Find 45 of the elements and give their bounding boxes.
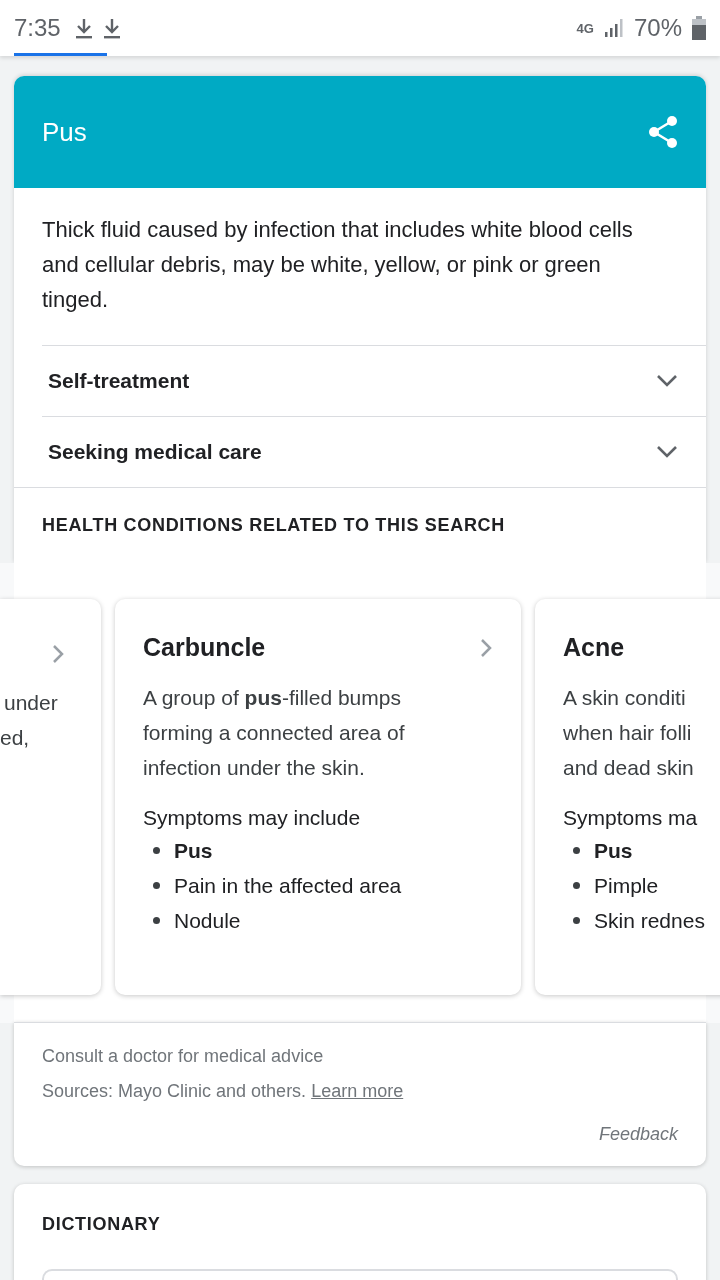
condition-title: Acne xyxy=(563,633,625,662)
section-heading: DICTIONARY xyxy=(42,1214,161,1234)
section-heading: HEALTH CONDITIONS RELATED TO THIS SEARCH xyxy=(42,515,505,536)
condition-title: Carbuncle xyxy=(143,633,266,662)
symptom-text: Pus xyxy=(594,838,633,864)
bullet-icon xyxy=(153,917,160,924)
feedback-link[interactable]: Feedback xyxy=(42,1117,678,1152)
symptom-text: Nodule xyxy=(174,908,241,934)
symptoms-label: Symptoms ma xyxy=(563,805,699,831)
condition-description: and dead skin xyxy=(563,755,695,781)
clock: 7:35 xyxy=(14,14,61,42)
symptom-text: Pimple xyxy=(594,873,659,899)
condition-description: when hair folli xyxy=(563,720,693,746)
network-type: 4G xyxy=(576,20,594,36)
battery-percent: 70% xyxy=(633,14,682,42)
symptom-text: Skin rednes xyxy=(594,908,705,934)
condition-description: A skin conditi xyxy=(563,685,687,711)
symptom-text: Pus xyxy=(174,838,213,864)
learn-more-link[interactable]: Learn more xyxy=(311,1081,404,1101)
sources-text: Sources: Mayo Clinic and others. xyxy=(42,1081,307,1101)
condition-description: A group of pus-filled bumps forming a connected area of infection under the skin. xyxy=(143,685,406,781)
bullet-icon xyxy=(153,847,160,854)
definition-text: Thick fluid caused by infection that includes white blood cells and cellular debris, may be white, yellow, or pink or green tinged. xyxy=(41,216,634,314)
disclaimer-text: Consult a doctor for medical advice xyxy=(42,1045,325,1068)
accordion-row[interactable]: Seeking medical care xyxy=(42,416,706,487)
condition-card[interactable]: Acne A skin conditi when hair folli and dead skin Symptoms ma Pus Pimple Skin rednes xyxy=(535,599,720,995)
bullet-icon xyxy=(573,882,580,889)
condition-card[interactable]: Carbuncle A group of pus-filled bumps forming a connected area of infection under the skin. Symptoms may include Pus Pain in the affected area Nodule xyxy=(115,599,521,995)
symptom-text: Pain in the affected area xyxy=(174,873,402,899)
download-icon xyxy=(102,17,121,39)
symptoms-label: Symptoms may include xyxy=(143,805,362,831)
bullet-icon xyxy=(573,917,580,924)
share-icon[interactable] xyxy=(648,116,678,148)
download-icon xyxy=(74,17,93,39)
chevron-right-icon[interactable] xyxy=(479,636,493,659)
bullet-icon xyxy=(153,882,160,889)
card-title: Pus xyxy=(42,116,87,148)
bullet-icon xyxy=(573,847,580,854)
chevron-right-icon[interactable] xyxy=(51,643,65,665)
condition-description: ed, xyxy=(0,725,31,751)
battery-icon xyxy=(692,16,706,40)
accordion-row[interactable]: Self-treatment xyxy=(42,345,706,416)
condition-description: under xyxy=(3,690,59,716)
signal-icon xyxy=(603,18,624,38)
condition-card[interactable]: under ed, xyxy=(0,599,101,995)
